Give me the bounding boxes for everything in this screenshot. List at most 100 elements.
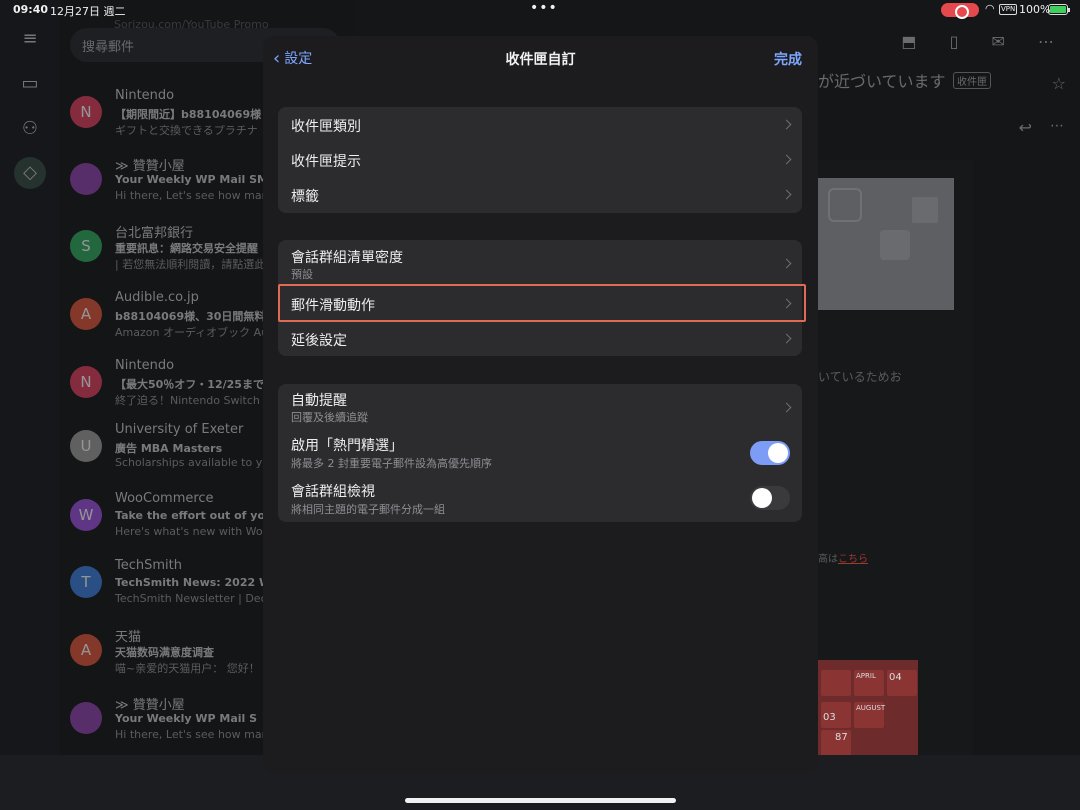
row-sublabel: 回覆及後續追蹤 (291, 411, 368, 424)
label-tag-icon[interactable]: ◇ (18, 161, 42, 185)
email-sender: WooCommerce (115, 491, 214, 506)
row-inbox-categories[interactable]: 收件匣類別 (278, 107, 802, 142)
reply-icon[interactable]: ↩ (1019, 118, 1032, 137)
chevron-right-icon (781, 258, 792, 269)
calendar-tile: AUGUST (854, 702, 885, 728)
row-label: 會話群組清單密度 (291, 250, 403, 266)
email-snippet: 喵~亲爱的天猫用户： 您好！ (115, 662, 260, 675)
email-snippet: Amazon オーディオブック Au (115, 326, 269, 339)
row-conversation-view: 會話群組檢視 將相同主題的電子郵件分成一組 (278, 476, 802, 522)
inbox-icon[interactable]: ▭ (18, 72, 42, 96)
row-label: 自動提醒 (291, 393, 347, 409)
email-subject: 天猫数码满意度调查 (115, 646, 214, 659)
row-label: 收件匣類別 (291, 119, 361, 135)
menu-icon[interactable]: ≡ (18, 27, 42, 51)
calendar-tile: APRIL (854, 670, 884, 696)
search-placeholder: 搜尋郵件 (82, 40, 135, 55)
email-sender: Nintendo (115, 88, 175, 103)
email-snippet: Hi there, Let's see how many (115, 189, 276, 202)
avatar: T (70, 566, 102, 598)
email-snippet: 終了迫る！Nintendo Switch イ (115, 394, 275, 407)
email-subject: 【最大50％オフ・12/25まで (115, 378, 264, 391)
avatar: A (70, 298, 102, 330)
reader-title: が近づいています (818, 72, 946, 91)
nav-rail: ≡ ▭ ⚇ ◇ (0, 0, 60, 810)
calendar-tile: 87 (821, 730, 851, 756)
status-bar: 09:40 12月27日 週二 ••• ◠ VPN 100% (0, 0, 1080, 20)
email-subject: b88104069様、30日間無料 (115, 310, 266, 323)
email-snippet: Here's what's new with WooC (115, 525, 278, 538)
row-label: 啟用「熱門精選」 (291, 438, 403, 454)
chevron-right-icon (781, 333, 792, 344)
star-icon[interactable]: ☆ (1052, 74, 1066, 93)
chevron-right-icon (781, 154, 792, 165)
calendar-tile: 03 (821, 702, 851, 728)
priority-inbox-toggle[interactable] (750, 441, 790, 465)
row-inbox-tips[interactable]: 收件匣提示 (278, 142, 802, 177)
settings-group-features: 自動提醒 回覆及後續追蹤 啟用「熱門精選」 將最多 2 封重要電子郵件設為高優先… (278, 384, 802, 522)
multitasking-dots-icon[interactable]: ••• (530, 0, 558, 16)
email-snippet: Hi there, Let's see how many (115, 728, 276, 741)
avatar: N (70, 96, 102, 128)
email-sender: TechSmith (115, 558, 182, 573)
email-text-line: いているためお (818, 370, 902, 384)
calendar-tile: 04 (887, 670, 917, 696)
row-sublabel: 將最多 2 封重要電子郵件設為高優先順序 (291, 457, 492, 470)
highlight-box (278, 284, 806, 322)
email-sender: 天猫 (115, 630, 142, 645)
avatar: W (70, 499, 102, 531)
email-subject: Your Weekly WP Mail SMTP (115, 173, 284, 186)
email-text-prefix: 高は (818, 554, 838, 565)
status-time: 09:40 (13, 3, 49, 16)
email-snippet: Scholarships available to you (115, 456, 276, 469)
row-snooze-settings[interactable]: 延後設定 (278, 321, 802, 356)
toggle-knob (768, 443, 788, 463)
home-indicator[interactable] (405, 798, 676, 803)
reader-label-chip[interactable]: 收件匣 (953, 72, 991, 89)
reader-toolbar-icons[interactable]: ⬒ ▯ ✉ ⋯ (901, 32, 1068, 51)
row-label: 收件匣提示 (291, 154, 361, 170)
screen-recording-icon[interactable] (941, 3, 979, 19)
email-sender: 台北富邦銀行 (115, 226, 194, 241)
wifi-icon: ◠ (985, 2, 995, 15)
calendar-tile (821, 670, 851, 696)
row-label: 延後設定 (291, 333, 347, 349)
row-sublabel: 預設 (291, 268, 313, 281)
avatar: U (70, 430, 102, 462)
chevron-right-icon (781, 189, 792, 200)
battery-percent: 100% (1019, 3, 1051, 16)
done-button[interactable]: 完成 (774, 49, 802, 69)
row-label: 會話群組檢視 (291, 484, 375, 500)
vpn-icon: VPN (999, 4, 1018, 15)
more-icon[interactable]: ⋯ (1050, 118, 1064, 134)
email-subject: TechSmith News: 2022 Wra (115, 576, 284, 589)
avatar: A (70, 634, 102, 666)
sheet-nav-bar: ‹ 設定 收件匣自訂 完成 (263, 36, 818, 80)
email-sender: Nintendo (115, 358, 175, 373)
chevron-right-icon (781, 119, 792, 130)
email-subject: 【期限間近】b88104069様 ア (115, 108, 276, 121)
email-sender: Audible.co.jp (115, 290, 199, 305)
email-subject: Your Weekly WP Mail S (115, 712, 258, 725)
email-sender: ≫ 贊贊小屋 (115, 159, 185, 174)
row-sublabel: 將相同主題的電子郵件分成一組 (291, 503, 445, 516)
contacts-icon[interactable]: ⚇ (18, 117, 42, 141)
email-sender: University of Exeter (115, 422, 244, 437)
toggle-knob (752, 488, 772, 508)
email-subject: 廣告 MBA Masters (115, 442, 223, 455)
chevron-right-icon (781, 402, 792, 413)
email-link[interactable]: こちら (838, 554, 868, 565)
row-priority-inbox: 啟用「熱門精選」 將最多 2 封重要電子郵件設為高優先順序 (278, 430, 802, 476)
avatar: S (70, 230, 102, 262)
avatar (70, 702, 102, 734)
email-image-pattern (818, 178, 954, 310)
settings-group-inbox: 收件匣類別 收件匣提示 標籤 (278, 107, 802, 213)
row-conversation-density[interactable]: 會話群組清單密度 預設 (278, 240, 802, 286)
row-labels[interactable]: 標籤 (278, 177, 802, 213)
inbox-customization-sheet: ‹ 設定 收件匣自訂 完成 收件匣類別 收件匣提示 標籤 會話群組清單密度 預設 … (263, 36, 818, 774)
conversation-view-toggle[interactable] (750, 486, 790, 510)
email-text-link-line: 高はこちら (818, 550, 868, 565)
battery-icon (1048, 4, 1070, 15)
row-nudges[interactable]: 自動提醒 回覆及後續追蹤 (278, 384, 802, 430)
avatar: N (70, 366, 102, 398)
